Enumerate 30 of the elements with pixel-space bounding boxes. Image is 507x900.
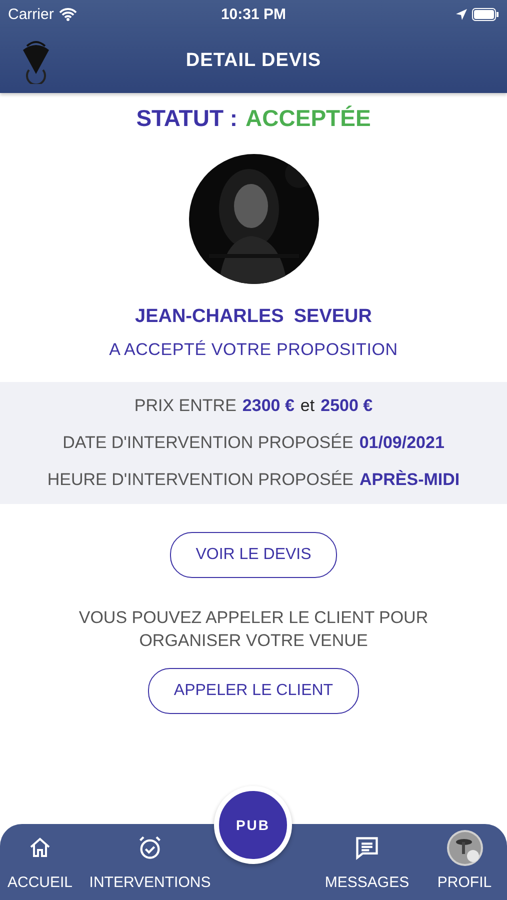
price-label: PRIX ENTRE (134, 396, 236, 416)
alarm-clock-icon (137, 835, 163, 861)
detail-label: DATE D'INTERVENTION PROPOSÉE (62, 433, 354, 453)
message-icon (354, 835, 380, 861)
client-last-name: SEVEUR (294, 306, 372, 328)
tab-button[interactable]: MESSAGES (324, 830, 410, 891)
logo-icon (20, 38, 52, 84)
carrier-label: Carrier (8, 6, 54, 22)
call-info-text: VOUS POUVEZ APPELER LE CLIENT POUR ORGANISER VOTRE VENUE (78, 607, 430, 652)
clock-time: 10:31 PM (220, 6, 286, 22)
tab-button[interactable]: PROFIL (437, 830, 492, 891)
view-quote-button[interactable]: VOIR LE DEVIS (170, 532, 338, 578)
acceptance-message: A ACCEPTÉ VOTRE PROPOSITION (109, 340, 398, 360)
home-icon (28, 836, 52, 860)
location-arrow-icon (456, 8, 467, 20)
tab-button[interactable]: ACCUEIL (7, 830, 73, 891)
status-value: ACCEPTÉE (246, 105, 371, 132)
tab-button[interactable]: INTERVENTIONS (89, 830, 211, 891)
battery-icon (472, 8, 499, 20)
price-low: 2300 € (242, 396, 294, 416)
detail-value: APRÈS-MIDI (360, 470, 460, 490)
call-client-button[interactable]: APPELER LE CLIENT (148, 668, 360, 714)
price-joiner: et (300, 396, 315, 416)
detail-label: HEURE D'INTERVENTION PROPOSÉE (47, 470, 354, 490)
status-label: STATUT : (136, 105, 238, 132)
price-high: 2500 € (320, 396, 373, 416)
wifi-icon (58, 8, 77, 20)
client-first-name: JEAN-CHARLES (135, 306, 284, 328)
screen-title: DETAIL DEVIS (186, 50, 322, 72)
detail-value: 01/09/2021 (359, 433, 444, 453)
